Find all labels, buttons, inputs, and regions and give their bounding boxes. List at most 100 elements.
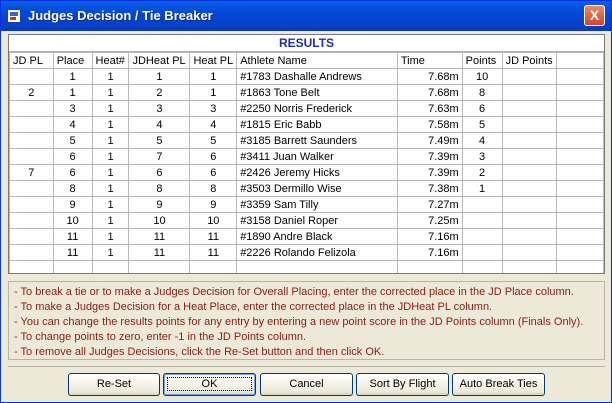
extra-cell (555, 100, 604, 117)
jdheat-pl-cell[interactable]: 6 (128, 164, 191, 181)
heat-pl-cell: 3 (189, 100, 238, 117)
extra-cell (555, 180, 604, 197)
jd-pl-cell[interactable]: 7 (9, 164, 54, 181)
table-row: 1 1 1 1 #1783 Dashalle Andrews 7.68m 10 (9, 68, 604, 85)
jd-pl-cell[interactable] (9, 132, 54, 149)
place-cell: 11 (52, 244, 93, 261)
athlete-name-cell: #3185 Barrett Saunders (236, 132, 398, 149)
jdheat-pl-cell[interactable]: 1 (128, 68, 191, 85)
instructions-panel: - To break a tie or to make a Judges Dec… (8, 281, 605, 360)
extra-cell (555, 260, 604, 273)
auto-break-ties-button[interactable]: Auto Break Ties (452, 373, 545, 396)
athlete-name-cell: #1890 Andre Black (236, 228, 398, 245)
extra-cell (555, 164, 604, 181)
jd-pl-cell[interactable] (9, 148, 54, 165)
table-row: 11 1 11 11 #2226 Rolando Felizola 7.16m (9, 244, 604, 261)
jd-points-cell[interactable] (501, 100, 557, 117)
close-button[interactable]: X (584, 5, 605, 26)
athlete-name-cell: #1783 Dashalle Andrews (236, 68, 398, 85)
time-cell: 7.39m (396, 148, 463, 165)
extra-cell (555, 84, 604, 101)
jd-points-cell[interactable] (501, 196, 557, 213)
athlete-name-cell: #3158 Daniel Roper (236, 212, 398, 229)
jd-pl-cell[interactable] (9, 116, 54, 133)
time-cell: 7.27m (396, 196, 463, 213)
jd-points-cell[interactable] (501, 164, 557, 181)
column-header-points: Points (461, 52, 503, 69)
jdheat-pl-cell[interactable]: 5 (128, 132, 191, 149)
jdheat-pl-cell[interactable]: 8 (128, 180, 191, 197)
heat-pl-cell: 5 (189, 132, 238, 149)
table-row: 4 1 4 4 #1815 Eric Babb 7.58m 5 (9, 116, 604, 133)
heat-pl-cell: 1 (189, 84, 238, 101)
column-header-athlete-name: Athlete Name (236, 52, 398, 69)
time-cell: 7.16m (396, 228, 463, 245)
column-header-jd-pl: JD PL (9, 52, 54, 69)
heat-num-cell: 1 (91, 244, 130, 261)
jd-points-cell[interactable] (501, 180, 557, 197)
jd-pl-cell[interactable] (9, 196, 54, 213)
column-header-jd-points: JD Points (501, 52, 557, 69)
heat-num-cell: 1 (91, 180, 130, 197)
heat-pl-cell: 6 (189, 148, 238, 165)
place-cell: 1 (52, 68, 93, 85)
cancel-button[interactable]: Cancel (260, 373, 353, 396)
jdheat-pl-cell[interactable] (128, 260, 191, 273)
jdheat-pl-cell[interactable]: 3 (128, 100, 191, 117)
athlete-name-cell: #2426 Jeremy Hicks (236, 164, 398, 181)
place-cell: 5 (52, 132, 93, 149)
time-cell: 7.16m (396, 244, 463, 261)
points-cell: 10 (461, 68, 503, 85)
place-cell (52, 260, 93, 273)
results-title: RESULTS (9, 35, 604, 52)
heat-num-cell: 1 (91, 132, 130, 149)
jd-points-cell[interactable] (501, 228, 557, 245)
extra-cell (555, 132, 604, 149)
table-row: 6 1 7 6 #3411 Juan Walker 7.39m 3 (9, 148, 604, 165)
instruction-line: - To break a tie or to make a Judges Dec… (14, 286, 574, 298)
jdheat-pl-cell[interactable]: 11 (128, 244, 191, 261)
jd-points-cell[interactable] (501, 68, 557, 85)
jd-points-cell[interactable] (501, 84, 557, 101)
jd-points-cell[interactable] (501, 244, 557, 261)
jd-pl-cell[interactable] (9, 260, 54, 273)
jdheat-pl-cell[interactable]: 2 (128, 84, 191, 101)
ok-button[interactable]: OK (163, 373, 256, 396)
jd-points-cell[interactable] (501, 260, 557, 273)
place-cell: 1 (52, 84, 93, 101)
jd-points-cell[interactable] (501, 212, 557, 229)
heat-num-cell: 1 (91, 212, 130, 229)
reset-button[interactable]: Re-Set (68, 373, 160, 396)
jd-pl-cell[interactable] (9, 68, 54, 85)
place-cell: 9 (52, 196, 93, 213)
jdheat-pl-cell[interactable]: 4 (128, 116, 191, 133)
points-cell (461, 212, 503, 229)
jdheat-pl-cell[interactable]: 9 (128, 196, 191, 213)
athlete-name-cell: #3359 Sam Tilly (236, 196, 398, 213)
place-cell: 8 (52, 180, 93, 197)
jd-pl-cell[interactable] (9, 244, 54, 261)
table-row: 5 1 5 5 #3185 Barrett Saunders 7.49m 4 (9, 132, 604, 149)
heat-pl-cell: 11 (189, 228, 238, 245)
jdheat-pl-cell[interactable]: 11 (128, 228, 191, 245)
jd-pl-cell[interactable] (9, 228, 54, 245)
time-cell: 7.49m (396, 132, 463, 149)
jd-pl-cell[interactable] (9, 100, 54, 117)
jd-points-cell[interactable] (501, 132, 557, 149)
jdheat-pl-cell[interactable]: 10 (128, 212, 191, 229)
points-cell: 8 (461, 84, 503, 101)
jd-points-cell[interactable] (501, 148, 557, 165)
jd-pl-cell[interactable] (9, 212, 54, 229)
table-row: 10 1 10 10 #3158 Daniel Roper 7.25m (9, 212, 604, 229)
time-cell: 7.25m (396, 212, 463, 229)
column-header-time: Time (396, 52, 463, 69)
jd-pl-cell[interactable]: 2 (9, 84, 54, 101)
column-header-heat-num: Heat# (91, 52, 130, 69)
jd-pl-cell[interactable] (9, 180, 54, 197)
jdheat-pl-cell[interactable]: 7 (128, 148, 191, 165)
sort-by-flight-button[interactable]: Sort By Flight (356, 373, 449, 396)
jd-points-cell[interactable] (501, 116, 557, 133)
points-cell (461, 244, 503, 261)
time-cell: 7.58m (396, 116, 463, 133)
table-row: 8 1 8 8 #3503 Dermillo Wise 7.38m 1 (9, 180, 604, 197)
